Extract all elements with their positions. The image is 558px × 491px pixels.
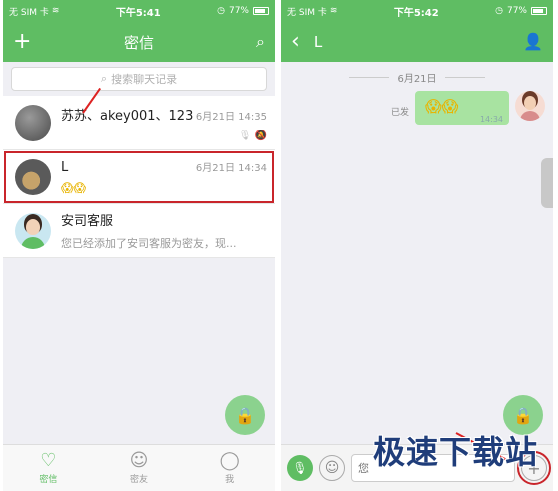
- tab-messages[interactable]: ♡ 密信: [3, 445, 94, 491]
- sent-status: 已发: [390, 108, 409, 118]
- chat-item-service[interactable]: 安司客服 您已经添加了安司客服为密友，现...: [3, 204, 275, 258]
- status-time: 下午5:41: [115, 7, 161, 19]
- carrier-text: 无 SIM 卡: [287, 7, 327, 18]
- message-time: 14:34: [479, 115, 503, 124]
- chat-icon: ♡: [40, 449, 57, 471]
- mute-bell-icon: 🔕: [254, 129, 267, 141]
- avatar: [15, 158, 51, 195]
- chat-time: 6月21日 14:34: [195, 162, 267, 174]
- wifi-icon: ≋: [329, 6, 338, 16]
- chat-item-l[interactable]: L 6月21日 14:34 😱😱: [3, 150, 275, 204]
- me-icon: ◯: [219, 449, 240, 471]
- lock-rotation-icon: ◷: [495, 6, 503, 16]
- page-title: 密信: [123, 33, 154, 52]
- search-small-icon: ⌕: [100, 72, 108, 85]
- right-phone-screen: 无 SIM 卡 ≋ 下午5:42 ◷ 77% ‹ L 👤 6月21日 已发 😱😱…: [281, 0, 553, 491]
- battery-percent: 77%: [228, 6, 249, 16]
- chat-time: 6月21日 14:35: [195, 111, 267, 123]
- screenshot-root: 无 SIM 卡 ≋ 下午5:41 ◷ 77% + 密信 ⌕ ⌕ 搜索聊天记录 苏…: [0, 0, 558, 491]
- profile-icon[interactable]: 👤: [523, 34, 543, 50]
- tab-bar: ♡ 密信 ☺ 密友 ◯ 我: [3, 444, 275, 491]
- status-time: 下午5:42: [393, 7, 439, 19]
- nav-bar: + 密信 ⌕: [3, 22, 275, 62]
- chat-title: L: [313, 33, 323, 51]
- emoji-button[interactable]: ☺: [319, 455, 345, 481]
- search-area: ⌕ 搜索聊天记录: [3, 62, 275, 96]
- status-bar: 无 SIM 卡 ≋ 下午5:42 ◷ 77%: [281, 0, 553, 22]
- chat-preview: 😱😱: [61, 180, 87, 195]
- nav-bar: ‹ L 👤: [281, 22, 553, 62]
- wifi-icon: ≋: [51, 6, 60, 16]
- lock-fab-button[interactable]: 🔒: [225, 395, 265, 435]
- plus-icon[interactable]: +: [13, 31, 31, 53]
- chat-name: 苏苏、akey001、123: [61, 108, 194, 124]
- avatar[interactable]: [515, 91, 545, 121]
- tab-contacts[interactable]: ☺ 密友: [94, 445, 185, 491]
- date-text: 6月21日: [397, 74, 437, 85]
- contacts-icon: ☺: [129, 449, 149, 471]
- date-divider: 6月21日: [281, 70, 553, 85]
- search-icon[interactable]: ⌕: [256, 34, 265, 50]
- chat-item-group[interactable]: 苏苏、akey001、123 6月21日 14:35 🎙 🔕: [3, 96, 275, 150]
- shield-lock-icon: 🔒: [235, 405, 255, 425]
- smiley-icon: ☺: [324, 460, 340, 476]
- chat-list: 苏苏、akey001、123 6月21日 14:35 🎙 🔕 L 6月21日 1…: [3, 96, 275, 258]
- search-placeholder: 搜索聊天记录: [111, 73, 178, 86]
- shield-lock-icon: 🔒: [513, 405, 533, 425]
- avatar: [15, 212, 51, 249]
- battery-percent: 77%: [506, 6, 527, 16]
- message-row: 已发 😱😱 14:34: [281, 85, 553, 125]
- battery-icon: [531, 7, 547, 15]
- tab-me[interactable]: ◯ 我: [184, 445, 275, 491]
- mic-icon: 🎙: [238, 129, 252, 141]
- tab-label: 密友: [130, 474, 149, 485]
- battery-icon: [253, 7, 269, 15]
- status-bar: 无 SIM 卡 ≋ 下午5:41 ◷ 77%: [3, 0, 275, 22]
- mic-icon: 🎙: [292, 461, 308, 475]
- chat-preview: 您已经添加了安司客服为密友，现...: [61, 237, 237, 250]
- voice-button[interactable]: 🎙: [287, 455, 313, 481]
- side-drawer-handle[interactable]: [541, 158, 553, 208]
- left-phone-screen: 无 SIM 卡 ≋ 下午5:41 ◷ 77% + 密信 ⌕ ⌕ 搜索聊天记录 苏…: [3, 0, 275, 491]
- avatar: [15, 104, 51, 141]
- tab-label: 密信: [39, 474, 58, 485]
- back-icon[interactable]: ‹: [291, 31, 300, 53]
- carrier-text: 无 SIM 卡: [9, 7, 49, 18]
- chat-name: 安司客服: [61, 214, 114, 229]
- watermark-text: 极速下载站: [372, 433, 538, 471]
- chat-name: L: [61, 159, 69, 175]
- search-input[interactable]: ⌕ 搜索聊天记录: [11, 67, 267, 91]
- message-content: 😱😱: [425, 97, 459, 116]
- tab-label: 我: [225, 474, 235, 485]
- message-bubble[interactable]: 😱😱 14:34: [415, 91, 509, 125]
- lock-rotation-icon: ◷: [217, 6, 225, 16]
